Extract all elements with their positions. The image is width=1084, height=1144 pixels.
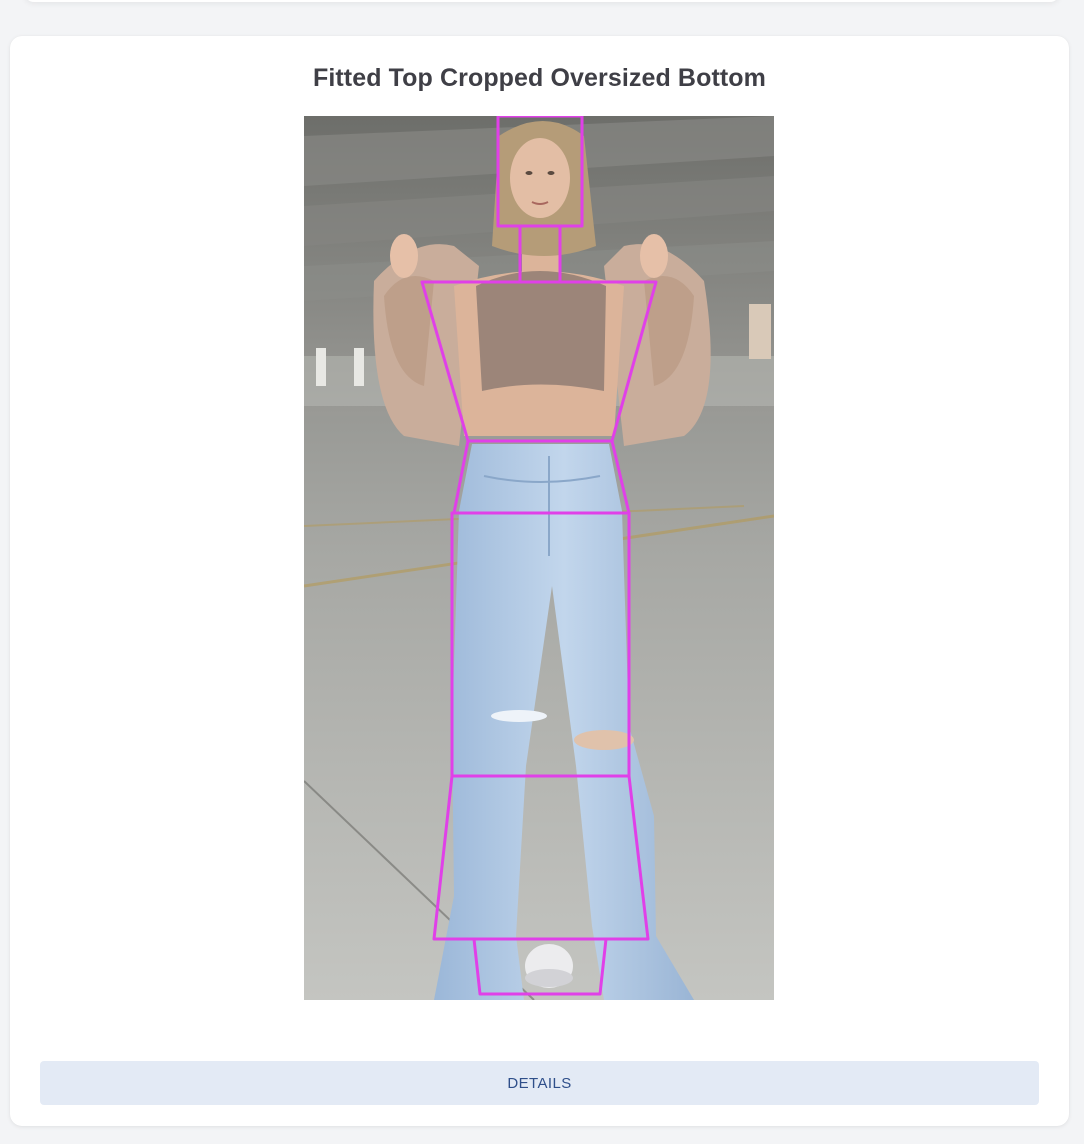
outfit-photo (304, 116, 774, 1000)
previous-card-edge (24, 0, 1060, 2)
outfit-card: Fitted Top Cropped Oversized Bottom DETA… (10, 36, 1069, 1126)
card-title: Fitted Top Cropped Oversized Bottom (312, 64, 767, 92)
details-button[interactable]: DETAILS (40, 1061, 1039, 1105)
